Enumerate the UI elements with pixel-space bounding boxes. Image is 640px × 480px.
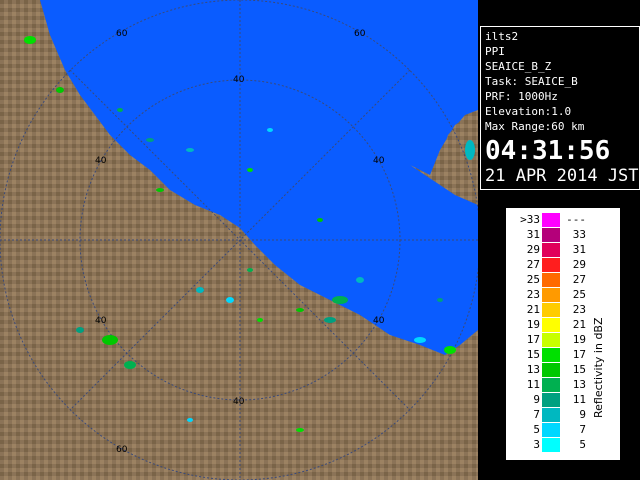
scan-time: 04:31:56	[485, 136, 611, 166]
echo-cell	[187, 418, 193, 422]
scan-date: 21 APR 2014 JST	[485, 166, 639, 186]
legend-swatch	[542, 363, 560, 377]
echo-cell	[117, 108, 123, 112]
range-label: 40	[373, 156, 385, 166]
legend-label-high: 9	[579, 408, 586, 421]
legend-label-low: 29	[526, 243, 540, 256]
legend-label-high: 27	[572, 273, 586, 286]
legend-swatch	[542, 378, 560, 392]
echo-cell	[124, 361, 136, 369]
echo-cell	[146, 138, 154, 142]
legend-label-low: 31	[526, 228, 540, 241]
legend-label-high: 33	[572, 228, 586, 241]
legend-label-low: 13	[526, 363, 540, 376]
reflectivity-legend: >33 --- 31 33 29 31 27 29 25 27 23 25 21 23 19 21 17 19 15…	[504, 206, 622, 462]
echo-cell	[156, 188, 164, 192]
legend-label-low: 27	[526, 258, 540, 271]
legend-label-low: 11	[526, 378, 540, 391]
legend-label-high: 5	[579, 438, 586, 451]
legend-label-high: 25	[572, 288, 586, 301]
legend-label-low: 17	[526, 333, 540, 346]
legend-label-high: 13	[572, 378, 586, 391]
echo-cell	[196, 287, 204, 293]
range-label: 40	[233, 397, 245, 407]
legend-label-high: 19	[572, 333, 586, 346]
range-label: 40	[233, 75, 245, 85]
echo-cell	[414, 337, 426, 343]
legend-label-high: 17	[572, 348, 586, 361]
legend-label-low: 23	[526, 288, 540, 301]
legend-swatch	[542, 228, 560, 242]
echo-cell	[24, 36, 36, 44]
echo-cell	[186, 148, 194, 152]
legend-label-high: 21	[572, 318, 586, 331]
legend-swatch	[542, 408, 560, 422]
legend-swatch	[542, 348, 560, 362]
range-label: 40	[95, 316, 107, 326]
scan-info-panel: ilts2 PPI SEAICE_B_Z Task: SEAICE_B PRF:…	[480, 26, 640, 190]
range-label: 60	[116, 29, 128, 39]
echo-cell	[324, 317, 336, 323]
echo-cell	[437, 298, 443, 302]
echo-cell	[332, 296, 348, 304]
legend-label-low: 21	[526, 303, 540, 316]
legend-label-low: 25	[526, 273, 540, 286]
legend-swatch	[542, 243, 560, 257]
radar-name: ilts2	[485, 30, 519, 43]
elevation-value: Elevation:1.0	[485, 105, 572, 118]
echo-cell	[257, 318, 263, 322]
legend-swatch	[542, 333, 560, 347]
echo-cell	[226, 297, 234, 303]
echo-cell	[465, 140, 475, 160]
legend-swatch	[542, 438, 560, 452]
legend-swatch	[542, 288, 560, 302]
legend-label-high: 7	[579, 423, 586, 436]
range-label: 40	[95, 156, 107, 166]
legend-label-high: 11	[572, 393, 586, 406]
legend-label-high: 31	[572, 243, 586, 256]
legend-label-low: 9	[533, 393, 540, 406]
radar-map: 60 60 40 40 40 40 40 40 60	[0, 0, 478, 480]
scan-type: PPI	[485, 45, 505, 58]
prf-value: PRF: 1000Hz	[485, 90, 558, 103]
range-label: 60	[354, 29, 366, 39]
legend-label-low: 3	[533, 438, 540, 451]
legend-swatch	[542, 213, 560, 227]
legend-swatch	[542, 393, 560, 407]
legend-swatch	[542, 318, 560, 332]
range-label: 40	[373, 316, 385, 326]
legend-swatch	[542, 423, 560, 437]
legend-label-low: >33	[520, 213, 540, 226]
legend-label-high: 23	[572, 303, 586, 316]
echo-cell	[56, 87, 64, 93]
legend-label-high: 15	[572, 363, 586, 376]
echo-cell	[356, 277, 364, 283]
echo-cell	[296, 428, 304, 432]
legend-label-low: 7	[533, 408, 540, 421]
max-range-value: Max Range:60 km	[485, 120, 585, 133]
legend-unit-label: Reflectivity in dBZ	[592, 317, 605, 418]
legend-swatch	[542, 273, 560, 287]
echo-cell	[102, 335, 118, 345]
echo-cell	[296, 308, 304, 312]
product-name: SEAICE_B_Z	[485, 60, 552, 73]
range-label: 60	[116, 445, 128, 455]
task-name: Task: SEAICE_B	[485, 75, 578, 88]
echo-cell	[267, 128, 273, 132]
echo-cell	[444, 346, 456, 354]
legend-label-low: 5	[533, 423, 540, 436]
legend-label-high: 29	[572, 258, 586, 271]
legend-label-high: ---	[566, 213, 586, 226]
legend-swatch	[542, 258, 560, 272]
echo-cell	[247, 168, 253, 172]
legend-label-low: 19	[526, 318, 540, 331]
echo-cell	[247, 268, 253, 272]
legend-label-low: 15	[526, 348, 540, 361]
echo-cell	[317, 218, 323, 222]
echo-cell	[76, 327, 84, 333]
legend-swatch	[542, 303, 560, 317]
